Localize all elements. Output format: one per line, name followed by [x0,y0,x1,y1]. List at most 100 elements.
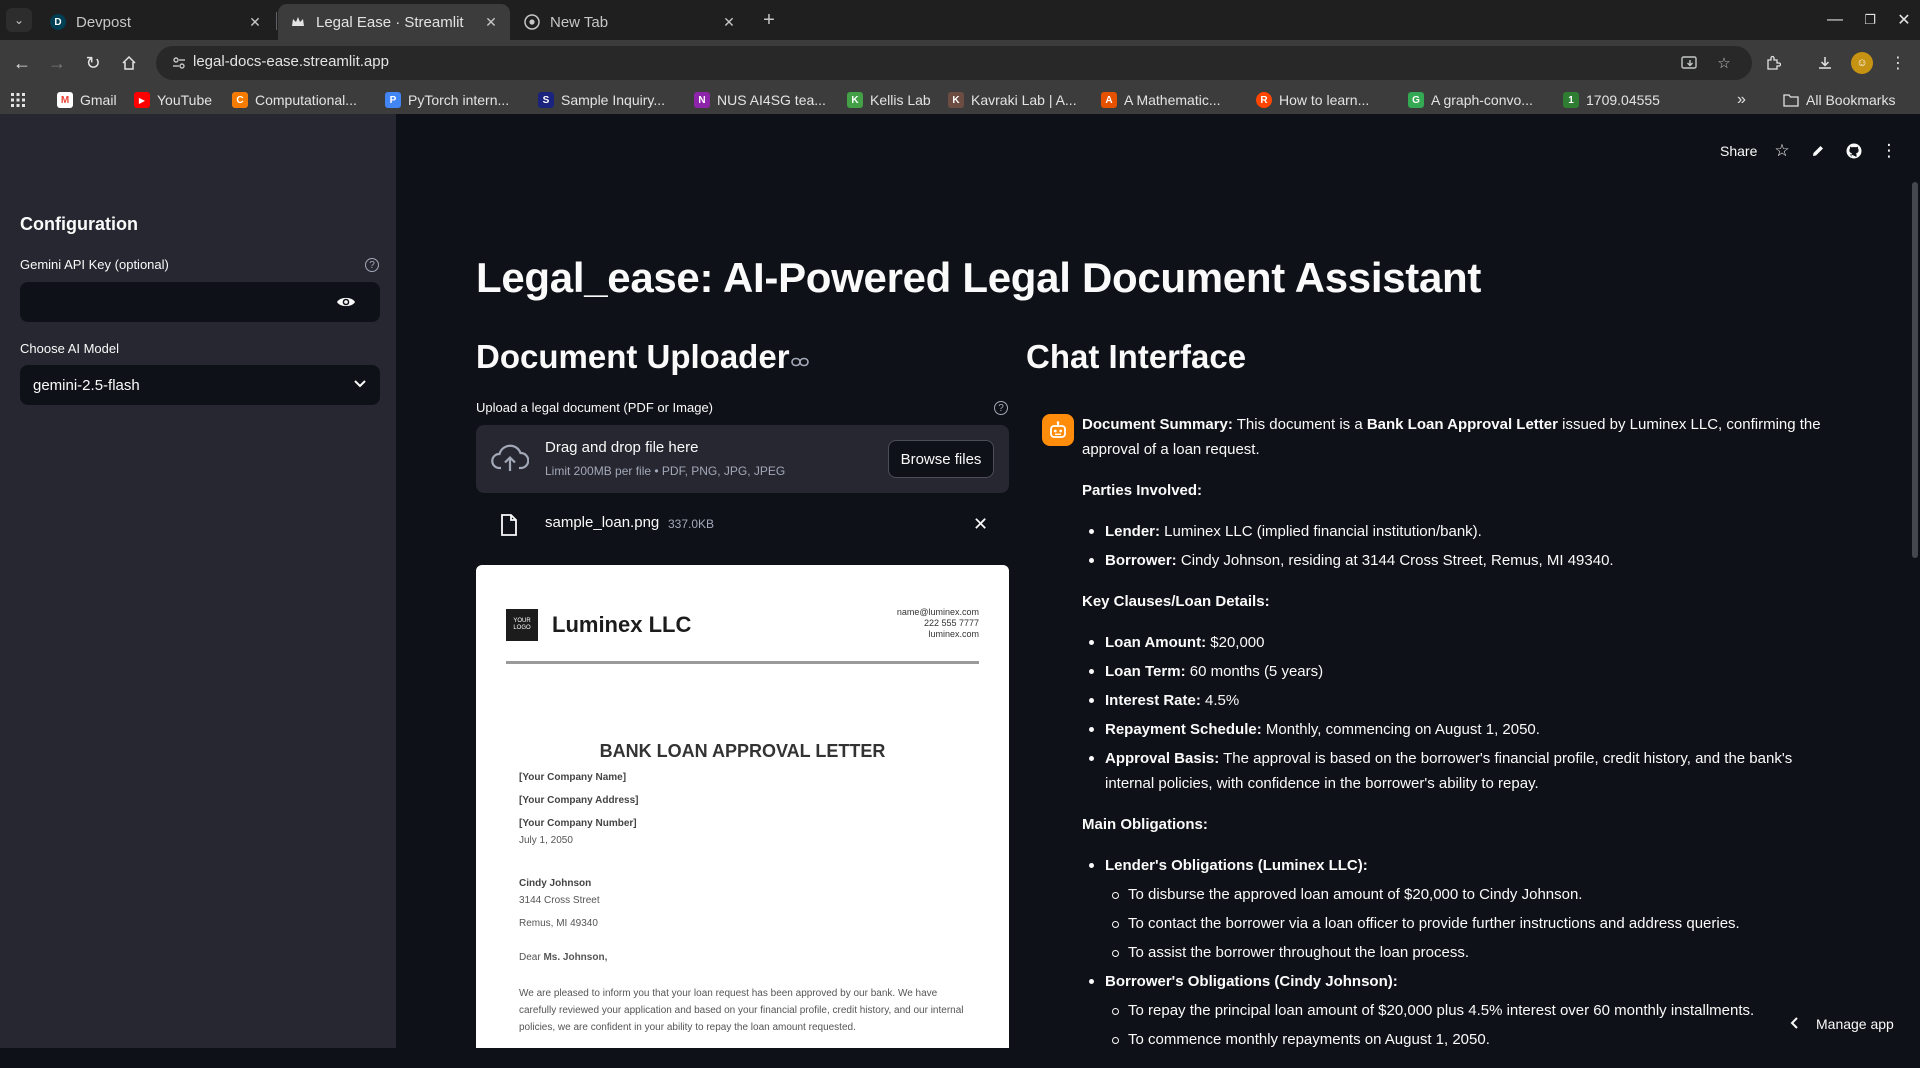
sidebar-title: Configuration [20,214,138,234]
file-icon [500,514,522,538]
bookmark-computational[interactable]: C Computational... [232,90,357,110]
bookmarks-bar: M Gmail ▶ YouTube C Computational... P PyTor… [0,86,1920,114]
doc-heading: BANK LOAN APPROVAL LETTER [599,741,886,761]
summary-doc-type: Bank Loan Approval Letter [1366,416,1558,433]
restore-icon[interactable]: ❐ [1858,8,1882,32]
bookmark-label: A graph-convo... [1431,92,1533,108]
bookmark-star-icon[interactable]: ☆ [1713,52,1735,74]
chevron-down-icon [354,377,366,391]
help-icon[interactable]: ? [365,258,379,272]
reload-icon[interactable]: ↻ [81,51,105,75]
bookmark-nus-ai4sg[interactable]: N NUS AI4SG tea... [694,90,826,110]
bookmark-graph-convo[interactable]: G A graph-convo... [1408,90,1533,110]
bookmark-favicon-icon: S [538,92,554,108]
tab-new-tab[interactable]: New Tab ✕ [512,4,748,40]
new-tab-plus-icon[interactable]: + [757,8,781,32]
doc-logo: YOUR LOGO [506,609,538,641]
bookmark-gmail[interactable]: M Gmail [57,90,117,110]
back-icon[interactable]: ← [10,51,34,75]
list-item: Interest Rate: 4.5% [1082,688,1822,713]
install-app-icon[interactable] [1679,52,1701,74]
item-text: Cindy Johnson, residing at 3144 Cross St… [1176,552,1614,569]
bookmark-label: YouTube [157,92,213,108]
address-bar[interactable] [156,46,1752,80]
doc-contact-phone: 222 555 7777 [923,618,979,628]
bookmark-favicon-icon: K [847,92,863,108]
lender-obligations-list: To disburse the approved loan amount of … [1105,882,1822,965]
more-bookmarks-chevron-icon[interactable]: » [1737,90,1746,110]
downloads-icon[interactable] [1813,51,1837,75]
apps-grid-icon[interactable] [10,90,26,110]
close-window-icon[interactable]: ✕ [1892,8,1916,32]
item-label: Repayment Schedule: [1105,721,1262,738]
close-tab-icon[interactable]: ✕ [246,13,264,31]
bookmark-how-to-learn[interactable]: R How to learn... [1256,90,1369,110]
sidebar [0,114,396,1048]
list-item: Borrower: Cindy Johnson, residing at 314… [1082,548,1822,573]
bookmark-favicon-icon: K [948,92,964,108]
bookmark-favicon-icon: G [1408,92,1424,108]
bookmark-kellis-lab[interactable]: K Kellis Lab [847,90,931,110]
list-item: To repay the principal loan amount of $2… [1105,998,1822,1023]
tab-devpost[interactable]: D Devpost ✕ [38,4,274,40]
gmail-icon: M [57,92,73,108]
list-item: Repayment Schedule: Monthly, commencing … [1082,717,1822,742]
all-bookmarks-folder[interactable]: All Bookmarks [1783,90,1895,110]
bookmark-1709-04555[interactable]: 1 1709.04555 [1563,90,1660,110]
browse-files-button[interactable]: Browse files [888,440,994,478]
item-label: Lender's Obligations (Luminex LLC): [1105,857,1368,874]
profile-avatar[interactable]: ☺ [1851,52,1873,74]
doc-line: [Your Company Address] [519,795,639,806]
bookmark-label: A Mathematic... [1124,92,1221,108]
bookmark-a-mathematic[interactable]: A A Mathematic... [1101,90,1220,110]
bookmark-label: Kellis Lab [870,92,931,108]
manage-app-button[interactable]: Manage app [1790,1016,1894,1032]
tab-search-button[interactable]: ⌄ [6,8,32,32]
reddit-icon: R [1256,92,1272,108]
model-select[interactable]: gemini-2.5-flash [20,365,380,405]
doc-salutation-prefix: Dear [519,952,544,963]
bookmark-sample-inquiry[interactable]: S Sample Inquiry... [538,90,665,110]
github-icon[interactable] [1843,140,1865,162]
home-icon[interactable] [117,51,141,75]
youtube-icon: ▶ [134,92,150,108]
bookmark-label: How to learn... [1279,92,1370,108]
edit-pencil-icon[interactable] [1807,140,1829,162]
bookmark-youtube[interactable]: ▶ YouTube [134,90,212,110]
main-menu-kebab-icon[interactable]: ⋮ [1878,140,1900,162]
site-info-icon[interactable] [170,54,188,72]
show-password-eye-icon[interactable] [336,292,356,312]
borrower-obligations-list: To repay the principal loan amount of $2… [1105,998,1822,1052]
bookmark-pytorch[interactable]: P PyTorch intern... [385,90,509,110]
star-icon[interactable]: ☆ [1771,140,1793,162]
forward-icon[interactable]: → [45,51,69,75]
folder-icon [1783,92,1799,108]
list-item: Loan Term: 60 months (5 years) [1082,659,1822,684]
close-tab-icon[interactable]: ✕ [720,13,738,31]
anchor-link-icon[interactable] [791,354,809,372]
bookmark-kavraki-lab[interactable]: K Kavraki Lab | A... [948,90,1077,110]
share-button[interactable]: Share [1720,140,1757,162]
bookmark-label: Kavraki Lab | A... [971,92,1077,108]
doc-line: [Your Company Name] [519,772,627,783]
tab-legal-ease[interactable]: Legal Ease · Streamlit ✕ [278,4,510,40]
close-tab-icon[interactable]: ✕ [482,13,500,31]
clauses-heading: Key Clauses/Loan Details: [1082,589,1822,614]
summary-paragraph: Document Summary: This document is a Ban… [1082,412,1822,462]
url-text[interactable]: legal-docs-ease.streamlit.app [193,53,389,70]
list-item: To assist the borrower throughout the lo… [1105,940,1822,965]
list-item: To contact the borrower via a loan offic… [1105,911,1822,936]
clauses-list: Loan Amount: $20,000 Loan Term: 60 month… [1082,630,1822,796]
doc-line: 3144 Cross Street [519,895,600,906]
browser-tab-bar: ⌄ D Devpost ✕ Legal Ease · Streamlit ✕ N… [0,0,1920,40]
extensions-icon[interactable] [1761,51,1785,75]
minimize-icon[interactable]: — [1823,8,1847,32]
model-select-label: Choose AI Model [20,341,120,356]
remove-file-close-icon[interactable]: ✕ [973,514,988,535]
bookmark-label: 1709.04555 [1586,92,1660,108]
api-key-input[interactable] [20,282,380,322]
item-label: Loan Amount: [1105,634,1207,651]
help-icon[interactable]: ? [994,401,1008,415]
chrome-menu-icon[interactable]: ⋮ [1886,51,1910,75]
main-scrollbar[interactable] [1912,182,1918,558]
